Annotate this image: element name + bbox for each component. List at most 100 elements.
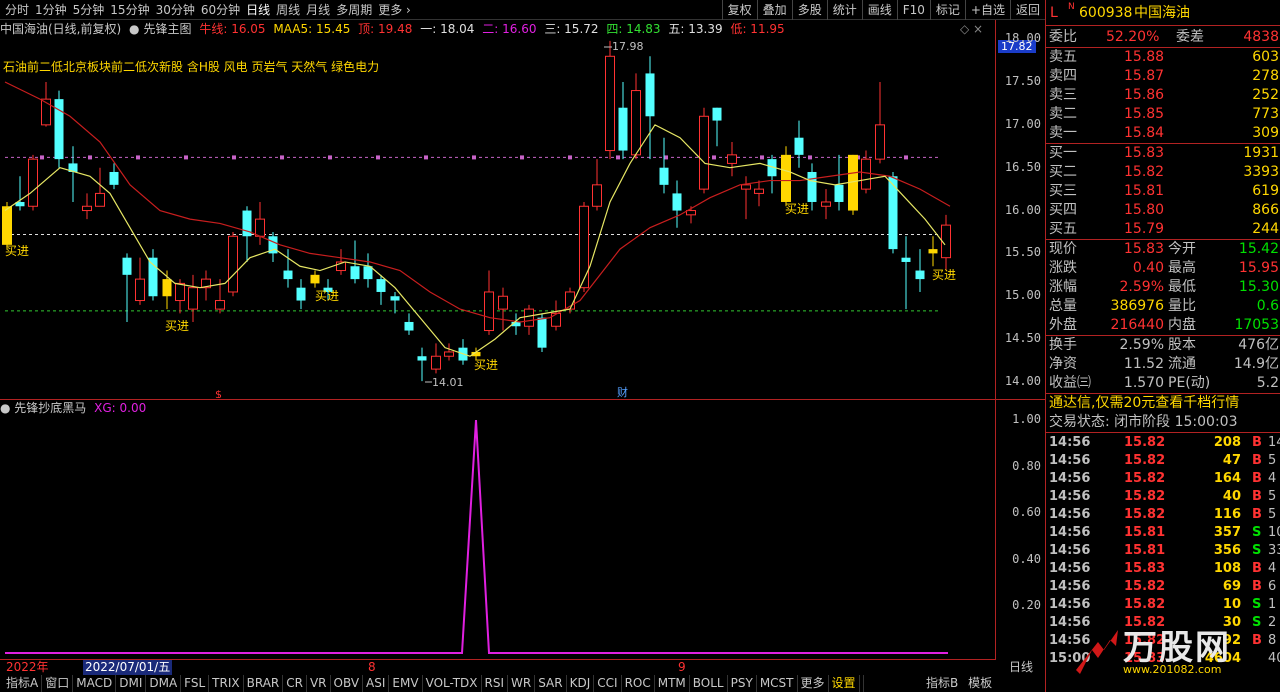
indicator-tab-0[interactable]: 指标A [3,675,43,692]
candle[interactable] [68,146,78,202]
candle[interactable] [901,236,911,310]
indicator-tab-4[interactable]: DMA [146,675,182,692]
sub-indicator-name[interactable]: 先锋抄底黑马 [14,401,86,415]
candle[interactable] [712,107,722,147]
candle[interactable] [915,249,925,292]
candle[interactable] [618,82,628,160]
bid-row[interactable]: 买一 15.83 1931 [1046,144,1280,163]
indicator-tab-6[interactable]: TRIX [209,675,244,692]
indicator-tab-13[interactable]: VOL-TDX [423,675,482,692]
candle[interactable] [848,154,858,215]
candle[interactable] [242,206,252,262]
indicator-tab-25[interactable]: 设置 [829,675,860,692]
candle[interactable] [28,154,38,211]
toolbar-button-2[interactable]: 多股 [791,0,827,20]
indicator-tab-2[interactable]: MACD [73,675,117,692]
toolbar-button-7[interactable]: +自选 [964,0,1010,20]
template-tab[interactable]: 模板 [965,676,995,690]
indicator-tab-17[interactable]: KDJ [567,675,595,692]
candle[interactable] [296,279,306,310]
candle[interactable] [875,82,885,164]
candle[interactable] [268,231,278,262]
indicator-tab-20[interactable]: MTM [655,675,690,692]
period-tab-0[interactable]: 分时 [2,0,32,20]
candle[interactable] [794,120,804,168]
period-tab-4[interactable]: 30分钟 [153,0,198,20]
indicator-tab-22[interactable]: PSY [728,675,757,692]
indicator-tab-10[interactable]: OBV [331,675,364,692]
indicator-tab-7[interactable]: BRAR [244,675,284,692]
candle[interactable] [645,56,655,160]
candle[interactable] [781,146,791,207]
candle[interactable] [699,107,709,194]
period-tab-3[interactable]: 15分钟 [107,0,152,20]
toolbar-button-4[interactable]: 画线 [861,0,897,20]
toolbar-button-8[interactable]: 返回 [1009,0,1045,20]
main-indicator-name[interactable]: 先锋主图 [144,22,192,36]
candle[interactable] [255,201,265,245]
indicator-tab-23[interactable]: MCST [757,675,798,692]
candle[interactable] [350,240,360,284]
ask-row[interactable]: 卖三 15.86 252 [1046,86,1280,105]
indicator-tab-18[interactable]: CCI [594,675,622,692]
candle[interactable] [754,180,764,207]
candle[interactable] [283,249,293,288]
period-tab-5[interactable]: 60分钟 [198,0,243,20]
candle[interactable] [390,291,400,314]
toolbar-button-5[interactable]: F10 [896,0,930,20]
indicator-tab-16[interactable]: SAR [535,675,567,692]
candle[interactable] [15,176,25,211]
candle[interactable] [498,287,508,331]
sub-indicator-chart[interactable] [0,416,995,659]
period-tab-8[interactable]: 月线 [303,0,333,20]
ad-text[interactable]: 通达信,仅需20元查看千档行情 [1049,394,1239,413]
candle[interactable] [135,257,145,305]
candle[interactable] [376,274,386,305]
indicator-tab-8[interactable]: CR [283,675,307,692]
indicator-tab-19[interactable]: ROC [622,675,655,692]
candle[interactable] [672,180,682,228]
candle[interactable] [228,231,238,297]
candle[interactable] [431,343,441,374]
ask-row[interactable]: 卖五 15.88 603 [1046,48,1280,67]
period-tab-9[interactable]: 多周期 [333,0,375,20]
period-tab-10[interactable]: 更多 › [375,0,414,20]
candle[interactable] [834,154,844,211]
toolbar-button-6[interactable]: 标记 [929,0,965,20]
candle[interactable] [605,40,615,160]
panel-divider[interactable] [0,399,1045,400]
indicator-tab-11[interactable]: ASI [363,675,390,692]
indicator-tab-15[interactable]: WR [508,675,536,692]
candle[interactable] [188,274,198,322]
candle[interactable] [659,137,669,194]
candle[interactable] [484,270,494,335]
period-tab-2[interactable]: 5分钟 [70,0,108,20]
candle[interactable] [727,141,737,177]
candle[interactable] [82,193,92,220]
candle[interactable] [310,270,320,288]
bid-row[interactable]: 买三 15.81 619 [1046,182,1280,201]
candle[interactable] [767,154,777,194]
period-tab-1[interactable]: 1分钟 [32,0,70,20]
candle[interactable] [54,90,64,168]
candle[interactable] [821,189,831,220]
indicator-tab-1[interactable]: 窗口 [42,675,74,692]
candle[interactable] [592,159,602,211]
period-tab-6[interactable]: 日线 [243,0,273,20]
indicator-tab-21[interactable]: BOLL [690,675,728,692]
indicator-tab-12[interactable]: EMV [389,675,423,692]
candle[interactable] [148,249,158,301]
candle[interactable] [363,253,373,288]
candle[interactable] [444,343,454,361]
toolbar-button-0[interactable]: 复权 [721,0,757,20]
period-tab-7[interactable]: 周线 [273,0,303,20]
indicator-dot-icon[interactable]: ● [129,22,139,36]
candle[interactable] [404,313,414,335]
candle[interactable] [122,253,132,322]
indicator-tab-3[interactable]: DMI [116,675,147,692]
candle[interactable] [928,236,938,267]
indicator-tab-14[interactable]: RSI [482,675,509,692]
toolbar-button-3[interactable]: 统计 [826,0,862,20]
candle[interactable] [741,176,751,220]
ad-link[interactable]: 通达信,仅需20元查看千档行情 [1046,394,1280,413]
